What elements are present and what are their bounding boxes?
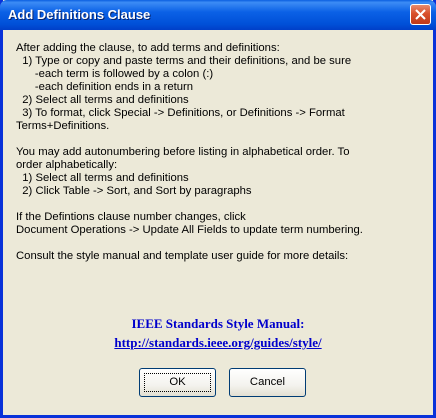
instruction-line: 3) To format, click Special -> Definitio…	[16, 107, 345, 119]
instruction-line: -each definition ends in a return	[16, 81, 194, 93]
ok-button[interactable]: OK	[139, 368, 216, 397]
instruction-line: order alphabetically:	[16, 159, 118, 171]
instruction-line: Consult the style manual and template us…	[16, 250, 349, 262]
cancel-button[interactable]: Cancel	[229, 368, 306, 397]
style-manual-block: IEEE Standards Style Manual: http://stan…	[3, 316, 433, 351]
close-icon	[415, 9, 426, 20]
instruction-line: Terms+Definitions.	[16, 120, 110, 132]
instruction-line: You may add autonumbering before listing…	[16, 146, 350, 158]
close-button[interactable]	[410, 4, 431, 25]
style-manual-title: IEEE Standards Style Manual:	[131, 316, 305, 331]
instruction-line: 1) Select all terms and definitions	[16, 172, 189, 184]
instruction-line: 2) Click Table -> Sort, and Sort by para…	[16, 185, 252, 197]
instruction-line: 2) Select all terms and definitions	[16, 94, 189, 106]
instruction-line: After adding the clause, to add terms an…	[16, 42, 280, 54]
instruction-line: 1) Type or copy and paste terms and thei…	[16, 55, 352, 67]
style-manual-link[interactable]: http://standards.ieee.org/guides/style/	[114, 335, 321, 351]
instruction-line: If the Defintions clause number changes,…	[16, 211, 246, 223]
instruction-line: Document Operations -> Update All Fields…	[16, 224, 363, 236]
instruction-line: -each term is followed by a colon (:)	[16, 68, 214, 80]
dialog-title: Add Definitions Clause	[8, 7, 151, 22]
title-bar[interactable]: Add Definitions Clause	[0, 0, 436, 30]
dialog-window: Add Definitions Clause After adding the …	[0, 0, 436, 418]
instructions-text: After adding the clause, to add terms an…	[16, 42, 421, 263]
